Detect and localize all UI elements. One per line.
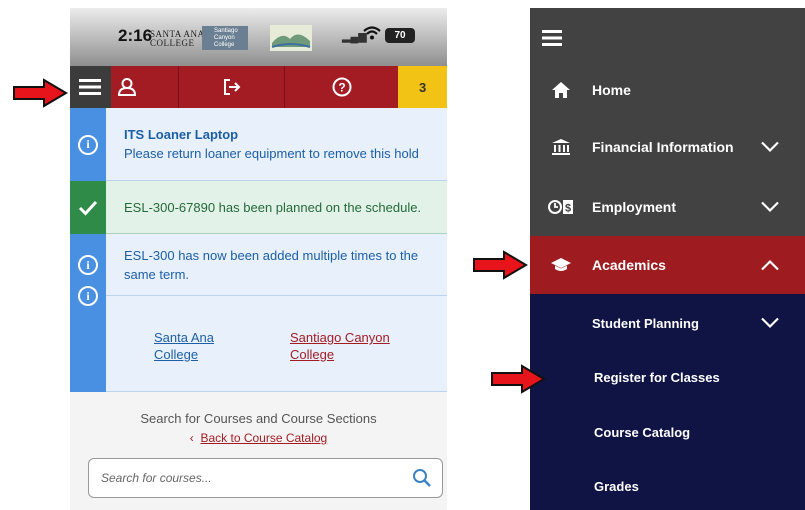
santa-ana-logo: SANTA ANA COLLEGE	[150, 29, 205, 48]
menu-item-label: Academics	[592, 257, 666, 273]
annotation-arrow-menu	[12, 78, 68, 108]
svg-text:?: ?	[338, 81, 345, 95]
user-profile-button[interactable]	[110, 66, 179, 108]
chevron-down-icon	[761, 317, 779, 329]
menu-button[interactable]	[70, 66, 111, 108]
sign-out-icon	[223, 79, 241, 95]
search-icon[interactable]	[412, 468, 432, 488]
checkmark-icon	[78, 200, 98, 216]
question-circle-icon: ?	[332, 77, 352, 97]
navigation-menu: Home Financial Information $ Employment …	[530, 8, 805, 510]
submenu-item-label: Student Planning	[592, 315, 699, 331]
alert-message: ESL-300-67890 has been planned on the sc…	[124, 199, 422, 215]
course-search-box	[88, 458, 443, 498]
sign-out-button[interactable]	[178, 66, 284, 108]
menu-item-employment[interactable]: $ Employment	[530, 187, 805, 227]
user-icon	[117, 78, 136, 96]
home-icon	[552, 82, 570, 98]
menu-item-label: Employment	[592, 199, 677, 215]
hamburger-icon	[542, 30, 562, 46]
menu-toggle-button[interactable]	[530, 18, 805, 58]
santa-ana-college-link[interactable]: Santa Ana College	[154, 329, 244, 363]
alert-title: ITS Loaner Laptop	[124, 127, 239, 142]
chevron-left-icon: ‹	[189, 431, 194, 445]
alert-loaner-laptop: i ITS Loaner Laptop Please return loaner…	[70, 108, 447, 181]
money-icon: $	[548, 200, 573, 215]
search-title: Search for Courses and Course Sections	[140, 411, 377, 426]
chevron-up-icon	[761, 259, 779, 271]
status-time: 2:16	[118, 26, 153, 45]
bank-icon	[552, 139, 570, 155]
submenu-item-course-catalog[interactable]: Course Catalog	[594, 425, 690, 440]
hamburger-icon	[79, 79, 102, 95]
graduation-cap-icon	[551, 258, 571, 271]
alert-message: ESL-300 has now been added multiple time…	[124, 247, 419, 282]
battery-icon: 70	[385, 28, 415, 43]
submenu-item-register-for-classes[interactable]: Register for Classes	[594, 370, 720, 385]
submenu-item-grades[interactable]: Grades	[594, 479, 639, 494]
district-logo	[270, 25, 312, 51]
search-input[interactable]	[99, 470, 403, 486]
info-circle-icon: i	[78, 286, 98, 306]
menu-item-label: Home	[592, 82, 631, 98]
annotation-arrow-register	[490, 364, 546, 394]
info-circle-icon: i	[78, 134, 98, 155]
alert-planned-success: ESL-300-67890 has been planned on the sc…	[70, 181, 447, 234]
svg-text:$: $	[565, 203, 571, 215]
menu-item-financial-information[interactable]: Financial Information	[530, 127, 805, 167]
menu-item-academics[interactable]: Academics	[530, 245, 805, 285]
annotation-arrow-academics	[472, 250, 528, 280]
alert-message: Please return loaner equipment to remove…	[124, 146, 419, 161]
alert-multiple-times: i ESL-300 has now been added multiple ti…	[70, 234, 447, 296]
chevron-down-icon	[761, 141, 779, 153]
santiago-canyon-logo: Santiago Canyon College	[202, 26, 248, 50]
submenu-item-student-planning[interactable]: Student Planning	[530, 303, 805, 343]
chevron-down-icon	[761, 201, 779, 213]
status-bar: 2:16 SANTA ANA COLLEGE Santiago Canyon Coll…	[70, 8, 447, 66]
menu-item-home[interactable]: Home	[530, 70, 805, 110]
santiago-canyon-college-link[interactable]: Santiago Canyon College	[290, 329, 410, 363]
back-link-label: Back to Course Catalog	[200, 431, 328, 445]
info-circle-icon: i	[78, 255, 98, 275]
notification-badge[interactable]: 3	[398, 66, 447, 108]
top-nav-bar: ? 3	[70, 66, 447, 108]
wifi-icon	[363, 26, 381, 45]
back-to-catalog-link[interactable]: ‹ Back to Course Catalog	[70, 431, 447, 445]
menu-item-label: Financial Information	[592, 139, 734, 155]
help-button[interactable]: ?	[283, 66, 399, 108]
college-selection-panel: i Santa Ana College Santiago Canyon Coll…	[70, 286, 447, 392]
phone-screen: 2:16 SANTA ANA COLLEGE Santiago Canyon Coll…	[70, 8, 447, 510]
